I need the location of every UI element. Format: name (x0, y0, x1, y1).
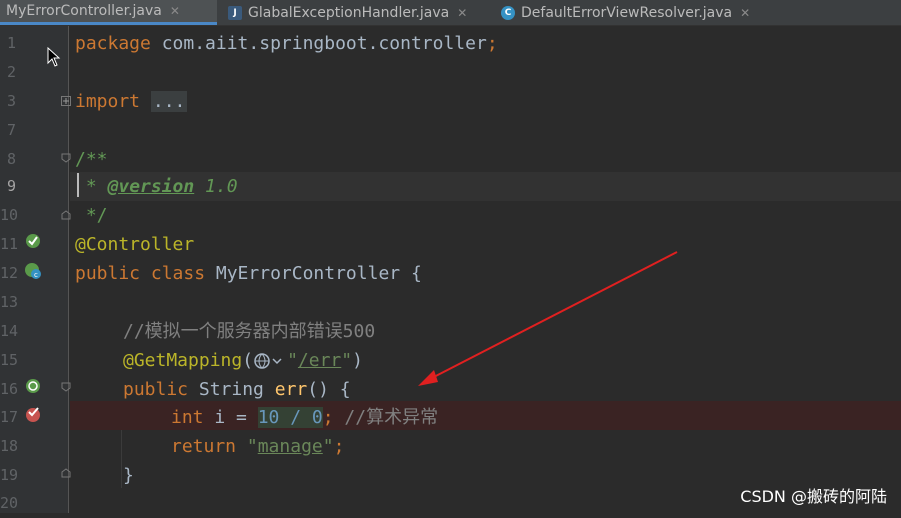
folded-imports[interactable]: ... (150, 91, 188, 112)
globe-dropdown-icon[interactable] (253, 351, 287, 371)
semicolon: ; (486, 33, 498, 54)
line-number: 7 (6, 121, 16, 139)
tab-label: GlabalExceptionHandler.java (248, 4, 450, 21)
semicolon: ; (333, 436, 345, 457)
line-number: 9 (6, 177, 16, 195)
keyword: package (75, 33, 151, 54)
spring-bean-class-icon[interactable]: c (24, 262, 42, 280)
code-line-1[interactable]: package com.aiit.springboot.controller; (75, 29, 498, 58)
code-line-12[interactable]: public class MyErrorController { (75, 259, 422, 288)
keyword: public class (75, 263, 206, 284)
fold-end-icon[interactable] (61, 210, 71, 220)
request-mapping-icon[interactable] (24, 377, 42, 395)
fold-end-icon[interactable] (61, 468, 71, 478)
code-line-3[interactable]: import ... (75, 87, 188, 116)
fold-collapse-icon[interactable] (61, 153, 71, 163)
line-number: 16 (0, 380, 19, 398)
line-number: 8 (6, 150, 16, 168)
code-line-18[interactable]: return "manage"; (171, 432, 344, 461)
close-icon[interactable]: ✕ (170, 4, 180, 18)
svg-text:c: c (34, 271, 38, 279)
line-number: 10 (0, 206, 19, 224)
string-quote: " (341, 350, 353, 371)
line-number: 11 (0, 235, 19, 253)
division-expression: 10 / 0 (257, 407, 323, 428)
doc-tag: @version (107, 176, 195, 197)
view-name[interactable]: manage (258, 436, 323, 457)
spring-bean-icon[interactable] (24, 232, 42, 250)
code-line-16[interactable]: public String err() { (123, 375, 351, 404)
code-line-19[interactable]: } (123, 461, 134, 490)
code-line-14[interactable]: //模拟一个服务器内部错误500 (123, 317, 375, 346)
package-name: com.aiit.springboot.controller (150, 33, 487, 54)
code-line-17[interactable]: int i = 10 / 0; //算术异常 (171, 403, 438, 432)
code-line-11[interactable]: @Controller (75, 230, 194, 259)
line-number: 13 (0, 293, 19, 311)
string-quote: " (322, 436, 334, 457)
tab-my-error-controller[interactable]: MyErrorController.java ✕ (0, 0, 217, 25)
method-name: err (274, 379, 308, 400)
class-c-icon: C (501, 5, 515, 20)
watermark: CSDN @搬砖的阿陆 (740, 487, 887, 506)
java-file-icon: J (228, 5, 242, 20)
code-line-15[interactable]: @GetMapping( "/err") (123, 346, 363, 375)
fold-expand-icon[interactable] (61, 96, 71, 106)
string-quote: " (287, 350, 298, 371)
keyword: return (171, 436, 237, 457)
line-number: 1 (6, 34, 16, 52)
inline-comment: //算术异常 (333, 407, 439, 428)
doc-value: 1.0 (194, 176, 238, 197)
code-line-8[interactable]: /** (75, 145, 108, 174)
return-type: String (188, 379, 275, 400)
keyword: import (75, 91, 141, 112)
keyword: public (123, 379, 189, 400)
line-number: 19 (0, 466, 19, 484)
editor-tab-bar: MyErrorController.java ✕ J GlabalExcepti… (0, 0, 901, 26)
mapping-path[interactable]: /err (298, 350, 341, 371)
paren: ) (352, 350, 363, 371)
tab-default-error-view-resolver[interactable]: C DefaultErrorViewResolver.java ✕ (495, 0, 775, 25)
line-number: 17 (0, 408, 19, 426)
method-params: () { (307, 379, 351, 400)
paren: ( (242, 350, 254, 371)
doc-comment: * (75, 176, 108, 197)
line-number: 3 (6, 92, 16, 110)
indent-guide (121, 430, 122, 488)
line-number: 12 (0, 264, 19, 282)
breakpoint-icon[interactable] (24, 405, 42, 423)
code-line-10[interactable]: */ (75, 201, 108, 230)
tab-label: DefaultErrorViewResolver.java (521, 4, 733, 21)
variable-decl: i = (203, 407, 258, 428)
line-number: 15 (0, 351, 19, 369)
string-quote: " (236, 436, 258, 457)
keyword: int (171, 407, 204, 428)
tab-label: MyErrorController.java (6, 3, 162, 19)
close-icon[interactable]: ✕ (740, 6, 750, 20)
tab-global-exception-handler[interactable]: J GlabalExceptionHandler.java ✕ (222, 0, 484, 25)
fold-collapse-icon[interactable] (61, 382, 71, 392)
close-icon[interactable]: ✕ (457, 6, 467, 20)
class-name: MyErrorController (205, 263, 411, 284)
red-arrow-annotation (418, 251, 678, 386)
line-number: 20 (0, 494, 19, 512)
line-number: 2 (6, 63, 16, 81)
line-number: 14 (0, 322, 19, 340)
annotation: @GetMapping (123, 350, 243, 371)
semicolon: ; (322, 407, 334, 428)
code-line-9[interactable]: * @version 1.0 (75, 172, 238, 201)
line-number: 18 (0, 437, 19, 455)
mouse-pointer-icon (47, 47, 61, 67)
